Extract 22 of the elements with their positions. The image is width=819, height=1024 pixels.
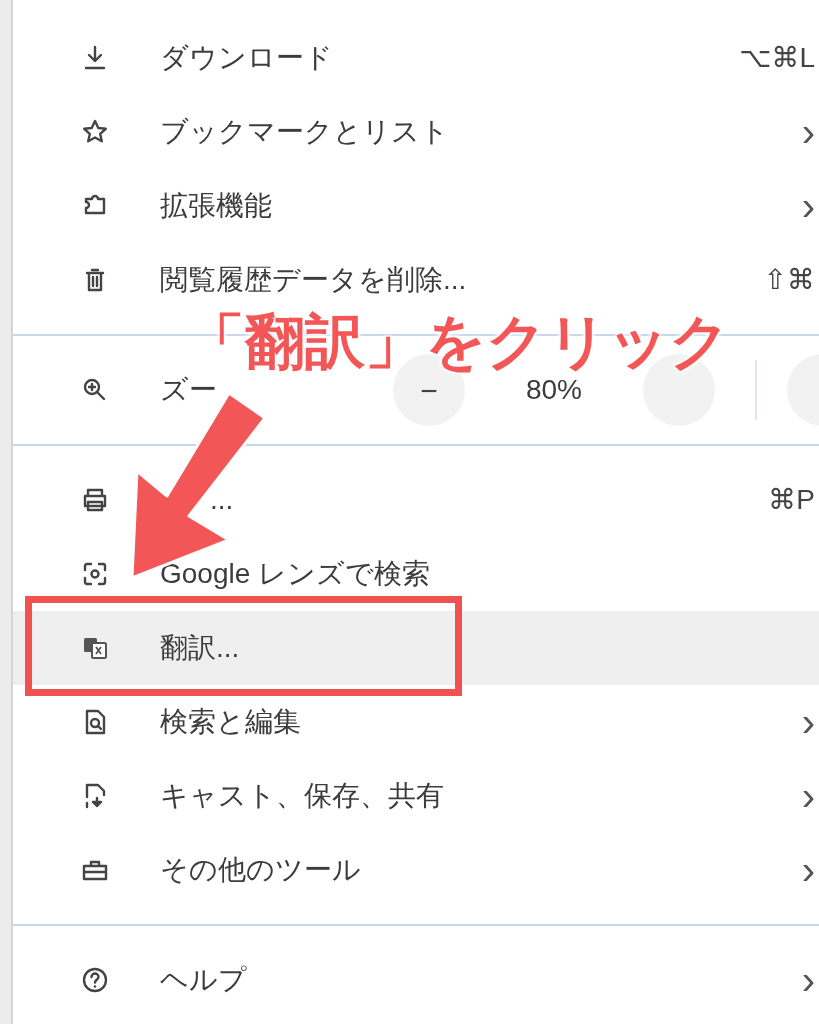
menu-item[interactable]: 翻訳... (13, 611, 819, 685)
chevron-icon: › (801, 960, 815, 1000)
menu-item[interactable]: キャスト、保存、共有 › (13, 759, 819, 833)
menu-item[interactable]: 拡張機能 › (13, 169, 819, 243)
shortcut-text: ⌘P (768, 483, 815, 517)
chevron-icon: › (801, 186, 815, 226)
shortcut-text: ⇧⌘ (763, 263, 815, 297)
chevron-icon: › (801, 112, 815, 152)
shortcut-text: ⌥⌘L (739, 41, 815, 75)
menu-item[interactable]: ヘルプ › (13, 943, 819, 1017)
help-icon (80, 965, 110, 995)
menu-item[interactable]: Google レンズで検索 (13, 537, 819, 611)
menu-item[interactable]: 検索と編集 › (13, 685, 819, 759)
zoom-level: 80% (525, 373, 582, 407)
chevron-icon: › (801, 776, 815, 816)
chevron-icon: › (801, 850, 815, 890)
chevron-icon: › (801, 702, 815, 742)
menu-item[interactable]: その他のツール › (13, 833, 819, 907)
menu-item-label: ズー (160, 373, 217, 407)
menu-item[interactable]: ブックマークとリスト › (13, 95, 819, 169)
menu-item[interactable]: ダウンロード ⌥⌘L (13, 21, 819, 95)
menu-item[interactable]: ... ⌘P (13, 463, 819, 537)
